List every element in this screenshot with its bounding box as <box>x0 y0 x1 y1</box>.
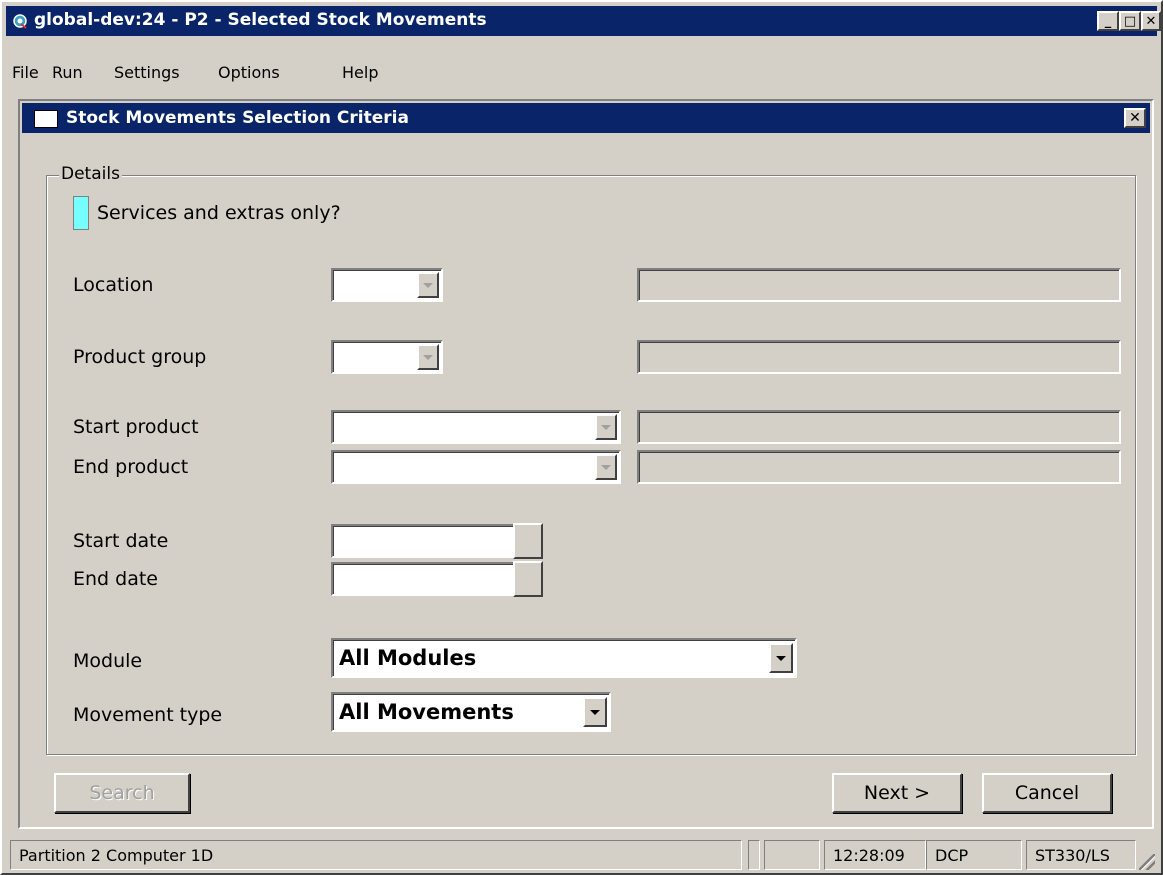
status-program: ST330/LS <box>1026 840 1136 870</box>
cancel-button[interactable]: Cancel <box>982 773 1112 813</box>
status-time: 12:28:09 <box>824 840 926 870</box>
end-product-dropdown-button[interactable] <box>595 454 617 480</box>
dialog-close-button[interactable]: ✕ <box>1124 108 1146 128</box>
status-bar: Partition 2 Computer 1D 12:28:09 DCP ST3… <box>6 838 1157 872</box>
resize-grip-icon[interactable] <box>1139 854 1155 870</box>
services-extras-checkbox[interactable] <box>73 196 89 230</box>
menu-run[interactable]: Run <box>52 63 83 82</box>
status-user: DCP <box>926 840 1022 870</box>
window-titlebar: global-dev:24 - P2 - Selected Stock Move… <box>6 6 1161 36</box>
product-group-description <box>637 340 1121 374</box>
module-label: Module <box>73 650 143 672</box>
chevron-down-icon <box>423 354 433 360</box>
menu-options[interactable]: Options <box>218 63 280 82</box>
start-product-combo[interactable] <box>331 410 621 444</box>
end-date-field[interactable] <box>331 562 515 596</box>
maximize-button[interactable]: □ <box>1119 11 1141 31</box>
details-group-title: Details <box>59 164 122 184</box>
product-group-combo[interactable] <box>331 340 443 374</box>
start-date-label: Start date <box>73 530 169 552</box>
app-icon <box>13 14 27 29</box>
end-product-label: End product <box>73 456 189 478</box>
chevron-down-icon <box>590 709 600 715</box>
menu-file[interactable]: File <box>12 63 39 82</box>
start-product-dropdown-button[interactable] <box>595 414 617 440</box>
dialog-titlebar: Stock Movements Selection Criteria ✕ <box>22 103 1150 133</box>
status-pane-empty-1 <box>748 840 760 870</box>
search-button[interactable]: Search <box>54 773 190 813</box>
start-date-field[interactable] <box>331 524 515 558</box>
status-pane-empty-2 <box>764 840 820 870</box>
movement-type-select-value: All Movements <box>339 700 514 724</box>
chevron-down-icon <box>423 282 433 288</box>
chevron-down-icon <box>601 424 611 430</box>
chevron-down-icon <box>601 464 611 470</box>
minimize-button[interactable]: _ <box>1097 11 1119 31</box>
dialog-icon <box>34 110 58 128</box>
location-dropdown-button[interactable] <box>417 272 439 298</box>
next-button[interactable]: Next > <box>832 773 962 813</box>
start-date-picker-button[interactable] <box>513 523 543 559</box>
details-group: Details Services and extras only? Locati… <box>46 164 1136 755</box>
chevron-down-icon <box>776 655 786 661</box>
location-description <box>637 268 1121 302</box>
product-group-label: Product group <box>73 346 207 368</box>
movement-type-select[interactable]: All Movements <box>331 692 611 732</box>
module-dropdown-button[interactable] <box>769 643 793 673</box>
end-product-combo[interactable] <box>331 450 621 484</box>
close-button[interactable]: ✕ <box>1141 11 1161 31</box>
window-title: global-dev:24 - P2 - Selected Stock Move… <box>34 10 487 30</box>
location-combo[interactable] <box>331 268 443 302</box>
product-group-dropdown-button[interactable] <box>417 344 439 370</box>
start-product-description <box>637 410 1121 444</box>
module-select-value: All Modules <box>339 646 477 670</box>
start-product-label: Start product <box>73 416 199 438</box>
end-date-picker-button[interactable] <box>513 561 543 597</box>
end-date-label: End date <box>73 568 158 590</box>
menu-settings[interactable]: Settings <box>114 63 180 82</box>
menu-help[interactable]: Help <box>342 63 378 82</box>
dialog-title: Stock Movements Selection Criteria <box>66 108 409 128</box>
menu-bar: File Run Settings Options Help <box>6 60 1157 88</box>
movement-type-label: Movement type <box>73 704 223 726</box>
end-product-description <box>637 450 1121 484</box>
main-window: global-dev:24 - P2 - Selected Stock Move… <box>0 0 1163 875</box>
movement-type-dropdown-button[interactable] <box>583 697 607 727</box>
status-partition: Partition 2 Computer 1D <box>10 840 742 870</box>
module-select[interactable]: All Modules <box>331 638 797 678</box>
location-label: Location <box>73 274 154 296</box>
selection-criteria-dialog: Stock Movements Selection Criteria ✕ Det… <box>18 99 1154 829</box>
services-extras-label: Services and extras only? <box>97 202 341 224</box>
